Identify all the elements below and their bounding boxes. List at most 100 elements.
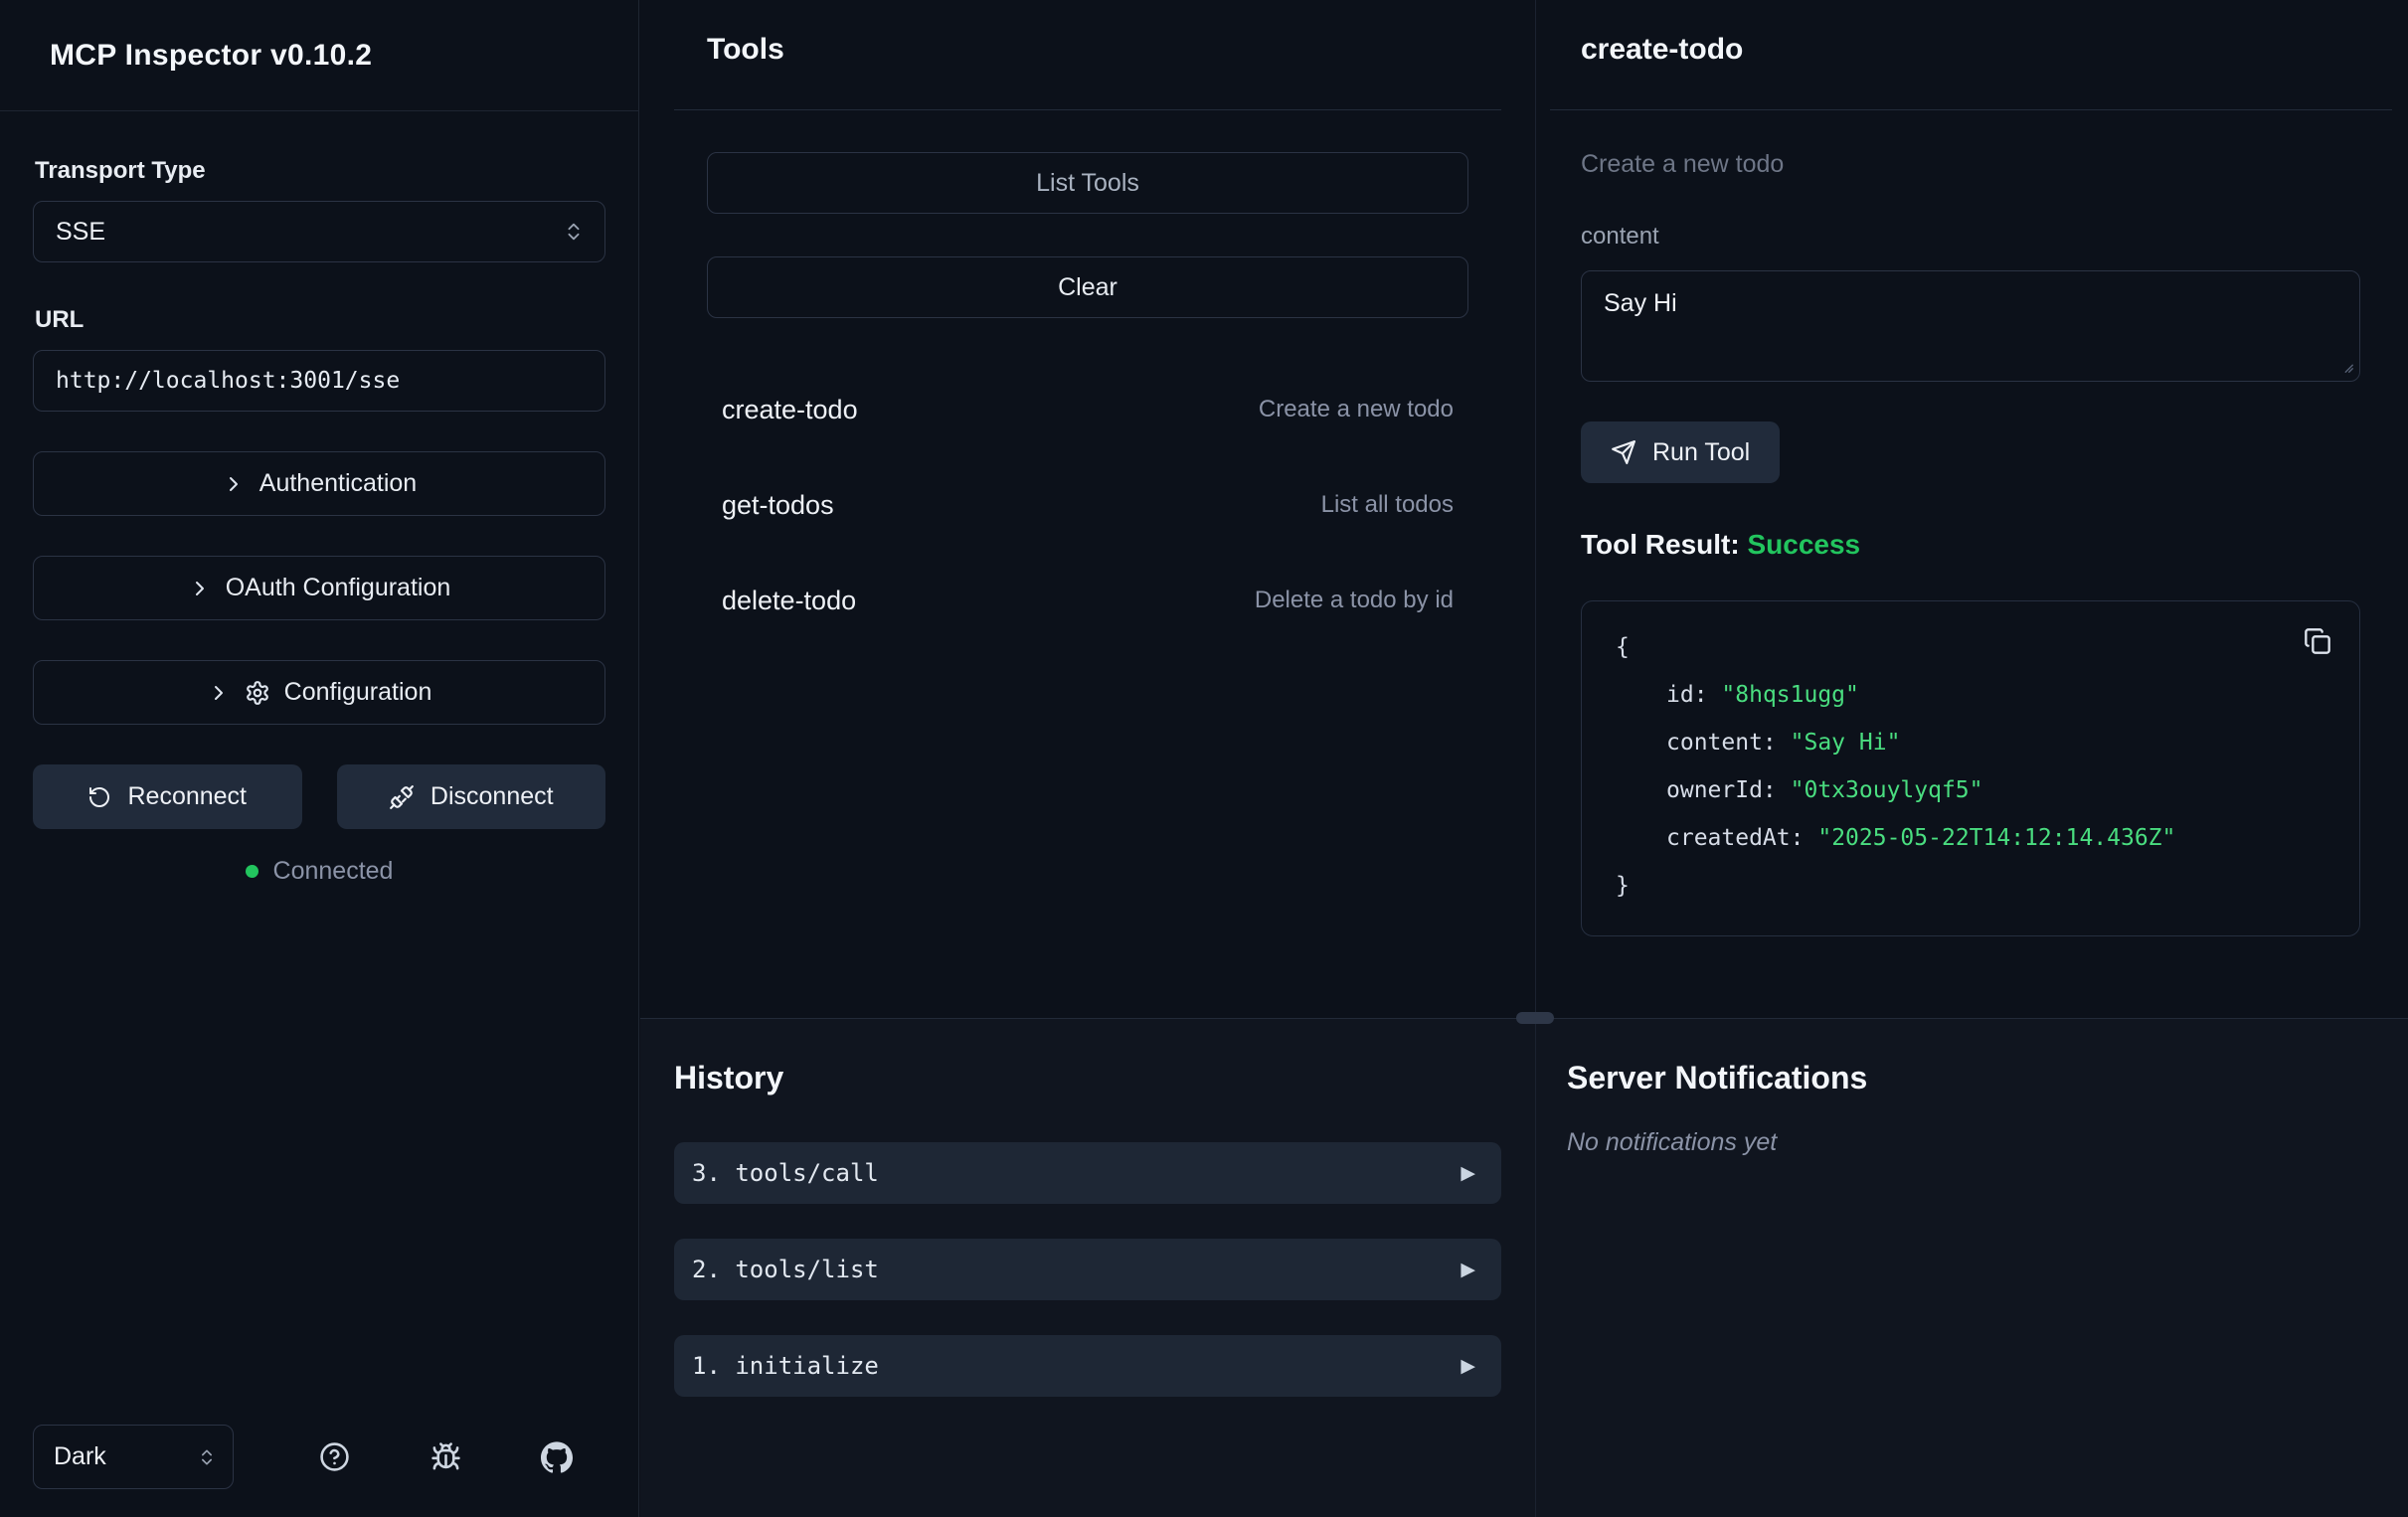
clear-tools-button[interactable]: Clear (707, 256, 1468, 318)
oauth-configuration-label: OAuth Configuration (226, 574, 451, 602)
json-line-createdat: createdAt: "2025-05-22T14:12:14.436Z" (1616, 814, 2329, 862)
authentication-label: Authentication (259, 469, 417, 498)
history-item-initialize[interactable]: 1. initialize ▶ (674, 1335, 1501, 1397)
run-tool-button[interactable]: Run Tool (1581, 421, 1780, 483)
help-button[interactable] (310, 1433, 358, 1481)
tool-row-delete-todo[interactable]: delete-todo Delete a todo by id (707, 553, 1468, 648)
expand-arrow-icon[interactable]: ▶ (1461, 1259, 1475, 1280)
expand-arrow-icon[interactable]: ▶ (1461, 1355, 1475, 1377)
json-value: "8hqs1ugg" (1721, 682, 1858, 708)
tool-detail-heading: create-todo (1581, 32, 2408, 68)
tool-row-create-todo[interactable]: create-todo Create a new todo (707, 362, 1468, 457)
history-item-label: 3. tools/call (692, 1159, 879, 1187)
history-item-label: 1. initialize (692, 1352, 879, 1380)
run-tool-label: Run Tool (1652, 438, 1750, 467)
disconnect-button[interactable]: Disconnect (337, 764, 606, 829)
vertical-panel-divider[interactable] (1535, 0, 1536, 1517)
connection-status: Connected (33, 857, 605, 886)
help-circle-icon (319, 1441, 350, 1472)
tool-name: get-todos (722, 490, 834, 521)
tools-heading: Tools (707, 32, 1535, 68)
footer-icons (310, 1433, 581, 1481)
chevron-right-icon (222, 472, 246, 496)
connection-actions: Reconnect Disconnect (33, 764, 605, 829)
json-open-brace: { (1616, 623, 2329, 671)
history-heading: History (674, 1059, 1535, 1096)
json-key: content: (1666, 730, 1777, 756)
server-notifications-panel: Server Notifications No notifications ye… (1536, 1019, 2408, 1517)
list-tools-button[interactable]: List Tools (707, 152, 1468, 214)
json-close-brace: } (1616, 862, 2329, 910)
status-dot (246, 865, 258, 878)
reconnect-button[interactable]: Reconnect (33, 764, 302, 829)
json-key: createdAt: (1666, 825, 1804, 851)
url-input[interactable] (33, 350, 605, 412)
json-key: ownerId: (1666, 777, 1777, 803)
tool-description: Delete a todo by id (1255, 587, 1454, 614)
sidebar-body: Transport Type SSE URL Authentication (0, 111, 638, 1425)
url-label: URL (35, 306, 605, 334)
json-line-ownerid: ownerId: "0tx3ouylyqf5" (1616, 766, 2329, 814)
history-panel: History 3. tools/call ▶ 2. tools/list ▶ … (640, 1019, 1535, 1517)
reconnect-label: Reconnect (127, 782, 247, 811)
history-item-tools-call[interactable]: 3. tools/call ▶ (674, 1142, 1501, 1204)
mcp-inspector-app: MCP Inspector v0.10.2 Transport Type SSE… (0, 0, 2408, 1517)
theme-select[interactable]: Dark (33, 1425, 234, 1489)
copy-button[interactable] (2296, 619, 2339, 663)
transport-select-value: SSE (56, 218, 105, 247)
debug-button[interactable] (422, 1433, 469, 1481)
app-title: MCP Inspector v0.10.2 (50, 39, 372, 73)
tool-detail-subtitle: Create a new todo (1581, 150, 2360, 179)
sidebar-header: MCP Inspector v0.10.2 (0, 0, 638, 111)
chevrons-up-down-icon (563, 221, 585, 243)
tool-detail-body: Create a new todo content Say Hi Run Too… (1536, 150, 2408, 936)
chevron-right-icon (188, 577, 212, 600)
oauth-configuration-toggle[interactable]: OAuth Configuration (33, 556, 605, 620)
configuration-label: Configuration (284, 678, 432, 707)
json-value: "Say Hi" (1791, 730, 1901, 756)
bug-icon (430, 1441, 461, 1472)
tool-result-status: Success (1747, 529, 1860, 560)
tool-name: create-todo (722, 395, 858, 425)
tools-panel: Tools List Tools Clear create-todo Creat… (640, 0, 1535, 1018)
transport-type-label: Transport Type (35, 157, 605, 185)
theme-select-value: Dark (54, 1442, 106, 1471)
configuration-toggle[interactable]: Configuration (33, 660, 605, 725)
github-button[interactable] (533, 1433, 581, 1481)
panel-resize-handle[interactable] (1516, 1012, 1554, 1024)
content-field[interactable]: Say Hi (1581, 270, 2360, 382)
chevrons-up-down-icon (197, 1447, 217, 1467)
chevron-right-icon (207, 681, 231, 705)
send-icon (1611, 439, 1636, 465)
tool-row-get-todos[interactable]: get-todos List all todos (707, 457, 1468, 553)
tool-list: create-todo Create a new todo get-todos … (707, 362, 1468, 648)
tools-body: List Tools Clear create-todo Create a ne… (640, 110, 1535, 648)
refresh-icon (87, 785, 111, 809)
disconnect-label: Disconnect (430, 782, 554, 811)
transport-select[interactable]: SSE (33, 201, 605, 262)
content-field-wrap: Say Hi (1581, 270, 2360, 382)
json-value: "2025-05-22T14:12:14.436Z" (1817, 825, 2175, 851)
history-item-tools-list[interactable]: 2. tools/list ▶ (674, 1239, 1501, 1300)
server-notifications-heading: Server Notifications (1567, 1059, 2408, 1096)
history-item-label: 2. tools/list (692, 1256, 879, 1283)
json-value: "0tx3ouylyqf5" (1791, 777, 1983, 803)
tool-result-line: Tool Result: Success (1581, 529, 2360, 561)
json-line-content: content: "Say Hi" (1616, 719, 2329, 766)
history-list: 3. tools/call ▶ 2. tools/list ▶ 1. initi… (674, 1142, 1501, 1397)
expand-arrow-icon[interactable]: ▶ (1461, 1162, 1475, 1184)
tool-description: List all todos (1321, 491, 1454, 519)
gear-icon (245, 680, 270, 706)
tool-result-json: { id: "8hqs1ugg" content: "Say Hi" owner… (1581, 600, 2360, 936)
authentication-toggle[interactable]: Authentication (33, 451, 605, 516)
tool-name: delete-todo (722, 586, 856, 616)
no-notifications-message: No notifications yet (1567, 1128, 2408, 1157)
tool-detail-divider (1550, 109, 2392, 110)
sidebar-footer: Dark (0, 1425, 638, 1517)
tool-detail-panel: create-todo Create a new todo content Sa… (1536, 0, 2408, 1018)
github-icon (541, 1441, 573, 1473)
unplug-icon (389, 784, 415, 810)
tool-result-label: Tool Result: (1581, 529, 1740, 560)
content-field-label: content (1581, 223, 2360, 251)
json-key: id: (1666, 682, 1708, 708)
